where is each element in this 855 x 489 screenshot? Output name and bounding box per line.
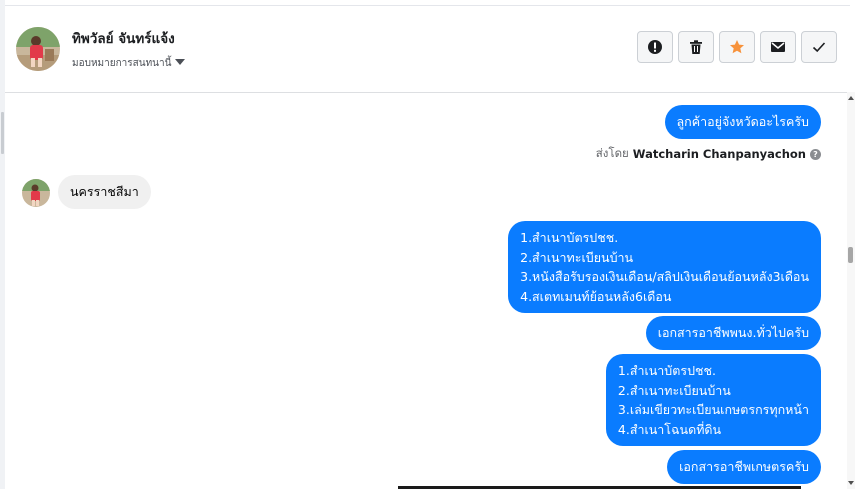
trash-icon bbox=[690, 40, 702, 54]
message-line: 1.สำเนาบัตรปชช. bbox=[520, 230, 619, 245]
message-scrollbar[interactable] bbox=[847, 92, 855, 489]
sent-by-line: ส่งโดย Watcharin Chanpanyachon ? bbox=[596, 145, 821, 163]
help-icon[interactable]: ? bbox=[810, 148, 821, 160]
message-line: 4.สำเนาโฉนดที่ดิน bbox=[617, 421, 722, 437]
star-icon bbox=[730, 40, 744, 54]
message-line: 3.หนังสือรับรองเงินเดือน/สลิปเงินเดือนย้… bbox=[520, 269, 809, 284]
mark-unread-button[interactable] bbox=[760, 31, 796, 63]
assign-label: มอบหมายการสนทนานี้ bbox=[72, 58, 172, 69]
left-panel-scroll-marker bbox=[1, 112, 4, 154]
conversation-header: ทิพวัลย์ จันทร์แจ้ง มอบหมายการสนทนานี้ bbox=[5, 5, 850, 93]
check-icon bbox=[812, 42, 826, 53]
message-line: 3.เล่มเขียวทะเบียนเกษตรกรทุกหน้า bbox=[617, 402, 809, 417]
conversation-actions bbox=[637, 31, 837, 63]
assign-conversation-dropdown[interactable]: มอบหมายการสนทนานี้ bbox=[72, 56, 186, 71]
outgoing-message[interactable]: ลูกค้าอยู่จังหวัดอะไรครับ bbox=[664, 105, 821, 139]
mark-done-button[interactable] bbox=[801, 31, 837, 63]
message-line: 4.สเตทเมนท์ย้อนหลัง6เดือน bbox=[520, 288, 672, 304]
message-line: 2.สำเนาทะเบียนบ้าน bbox=[617, 382, 731, 398]
sent-by-label: ส่งโดย bbox=[595, 146, 629, 160]
sent-by-name[interactable]: Watcharin Chanpanyachon bbox=[633, 147, 806, 161]
envelope-icon bbox=[771, 42, 785, 52]
outgoing-message[interactable]: 1.สำเนาบัตรปชช. 2.สำเนาทะเบียนบ้าน 3.หนั… bbox=[508, 221, 821, 313]
scroll-thumb[interactable] bbox=[848, 247, 853, 263]
contact-name[interactable]: ทิพวัลย์ จันทร์แจ้ง bbox=[72, 27, 175, 49]
message-line: 1.สำเนาบัตรปชช. bbox=[617, 363, 716, 378]
scroll-down-arrow-icon[interactable] bbox=[848, 481, 854, 485]
message-line: 2.สำเนาทะเบียนบ้าน bbox=[520, 249, 634, 265]
contact-avatar[interactable] bbox=[16, 27, 60, 71]
mark-spam-button[interactable] bbox=[637, 31, 673, 63]
caret-down-icon bbox=[175, 59, 186, 65]
alert-icon bbox=[648, 40, 662, 54]
outgoing-message[interactable]: เอกสารอาชีพเกษตรครับ bbox=[667, 450, 821, 484]
scroll-up-arrow-icon[interactable] bbox=[848, 96, 854, 100]
incoming-message[interactable]: นครราชสีมา bbox=[58, 175, 151, 209]
outgoing-message[interactable]: เอกสารอาชีพพนง.ทั่วไปครับ bbox=[645, 316, 821, 350]
contact-avatar-small[interactable] bbox=[22, 179, 50, 207]
delete-button[interactable] bbox=[678, 31, 714, 63]
outgoing-message[interactable]: 1.สำเนาบัตรปชช. 2.สำเนาทะเบียนบ้าน 3.เล่… bbox=[605, 354, 821, 446]
star-button[interactable] bbox=[719, 31, 755, 63]
